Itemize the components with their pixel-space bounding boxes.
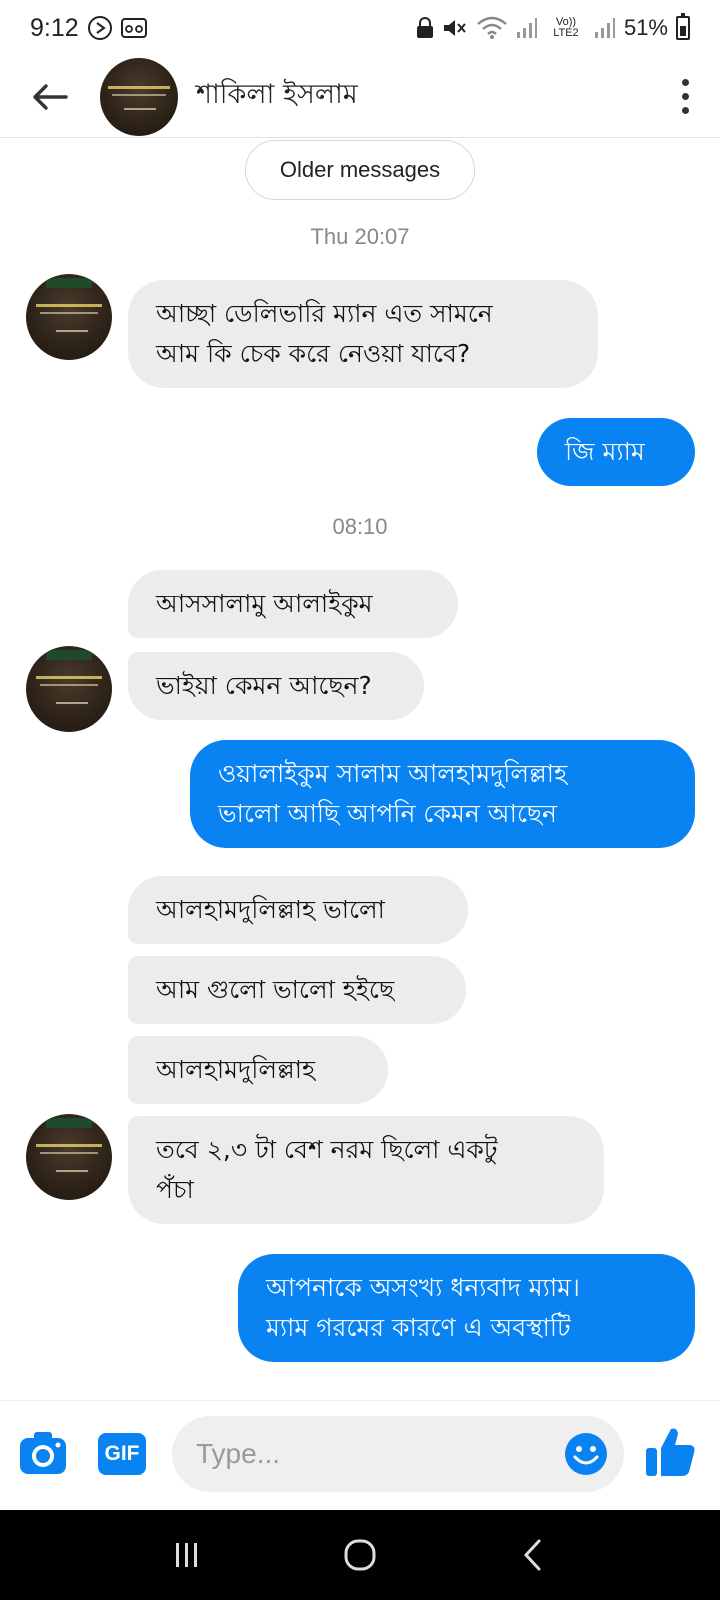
contact-name[interactable]: শাকিলা ইসলাম (196, 74, 358, 119)
gif-button[interactable]: GIF (98, 1433, 146, 1475)
message-line: ভালো আছি আপনি কেমন আছেন (218, 799, 557, 828)
battery-percent: 51% (623, 15, 668, 40)
sender-avatar[interactable] (26, 1114, 112, 1200)
nav-back-icon (524, 1539, 541, 1571)
message-line: আসসালামু আলাইকুম (156, 589, 373, 618)
message-bubble-incoming[interactable]: ভাইয়া কেমন আছেন? (128, 652, 424, 720)
battery-icon (676, 13, 690, 40)
message-line: পঁচা (156, 1175, 194, 1204)
signal-icon (516, 17, 538, 39)
message-line: ভাইয়া কেমন আছেন? (156, 671, 372, 700)
nav-back-button[interactable] (503, 1525, 563, 1585)
message-bubble-incoming[interactable]: আলহামদুলিল্লাহ (128, 1036, 388, 1104)
like-button[interactable] (642, 1424, 698, 1480)
play-circle-icon (87, 15, 113, 41)
older-messages-button[interactable]: Older messages (245, 140, 475, 200)
timestamp: Thu 20:07 (310, 224, 410, 249)
camera-icon (20, 1432, 66, 1474)
network-label: Vo)) LTE2 (553, 16, 579, 39)
signal-icon-2 (594, 17, 616, 39)
arrow-left-icon (33, 83, 68, 110)
emoji-button[interactable] (564, 1432, 608, 1476)
message-input[interactable] (196, 1438, 536, 1470)
message-line: আলহামদুলিল্লাহ ভালো (156, 895, 385, 924)
back-button[interactable] (0, 56, 100, 138)
kebab-menu-icon (681, 79, 689, 86)
message-line: আচ্ছা ডেলিভারি ম্যান এত সামনে (156, 299, 493, 328)
message-bubble-incoming[interactable]: আলহামদুলিল্লাহ ভালো (128, 876, 468, 944)
recent-apps-button[interactable] (157, 1525, 217, 1585)
system-nav-bar (0, 1510, 720, 1600)
camera-button[interactable] (18, 1430, 68, 1476)
message-bubble-outgoing[interactable]: আপনাকে অসংখ্য ধন্যবাদ ম্যাম। ম্যাম গরমের… (238, 1254, 695, 1362)
message-bubble-outgoing[interactable]: ওয়ালাইকুম সালাম আলহামদুলিল্লাহ ভালো আছি… (190, 740, 695, 848)
message-line: আম কি চেক করে নেওয়া যাবে? (156, 339, 471, 368)
message-bubble-outgoing[interactable]: জি ম্যাম (537, 418, 695, 486)
message-bubble-incoming[interactable]: আসসালামু আলাইকুম (128, 570, 458, 638)
message-line: তবে ২,৩ টা বেশ নরম ছিলো একটু (156, 1135, 498, 1164)
message-line: ম্যাম গরমের কারণে এ অবস্থাটি (266, 1313, 571, 1342)
sender-avatar[interactable] (26, 274, 112, 360)
message-line: জি ম্যাম (565, 437, 645, 466)
recent-apps-icon (175, 1543, 197, 1567)
chat-header: শাকিলা ইসলাম (0, 56, 720, 138)
message-bubble-incoming[interactable]: আম গুলো ভালো হইছে (128, 956, 466, 1024)
home-icon (344, 1539, 376, 1571)
kebab-menu-button[interactable] (650, 56, 720, 138)
status-bar: 9:12 Vo)) LTE2 51% (0, 0, 720, 56)
message-line: ওয়ালাইকুম সালাম আলহামদুলিল্লাহ (218, 759, 568, 788)
timestamp: 08:10 (332, 514, 388, 539)
message-line: আপনাকে অসংখ্য ধন্যবাদ ম্যাম। (266, 1273, 580, 1302)
voicemail-icon (120, 17, 147, 39)
message-line: আম গুলো ভালো হইছে (156, 975, 395, 1004)
wifi-icon (476, 16, 508, 40)
message-input-wrap (172, 1416, 624, 1492)
contact-avatar[interactable] (100, 57, 178, 136)
message-line: আলহামদুলিল্লাহ (156, 1055, 316, 1084)
sender-avatar[interactable] (26, 646, 112, 732)
thumbs-up-icon (646, 1428, 695, 1476)
mute-icon (442, 17, 468, 39)
message-bubble-incoming[interactable]: আচ্ছা ডেলিভারি ম্যান এত সামনে আম কি চেক … (128, 280, 598, 388)
message-bubble-incoming[interactable]: তবে ২,৩ টা বেশ নরম ছিলো একটু পঁচা (128, 1116, 604, 1224)
emoji-icon (565, 1433, 607, 1475)
home-button[interactable] (330, 1525, 390, 1585)
lock-icon (416, 17, 434, 39)
status-time: 9:12 (30, 13, 79, 42)
